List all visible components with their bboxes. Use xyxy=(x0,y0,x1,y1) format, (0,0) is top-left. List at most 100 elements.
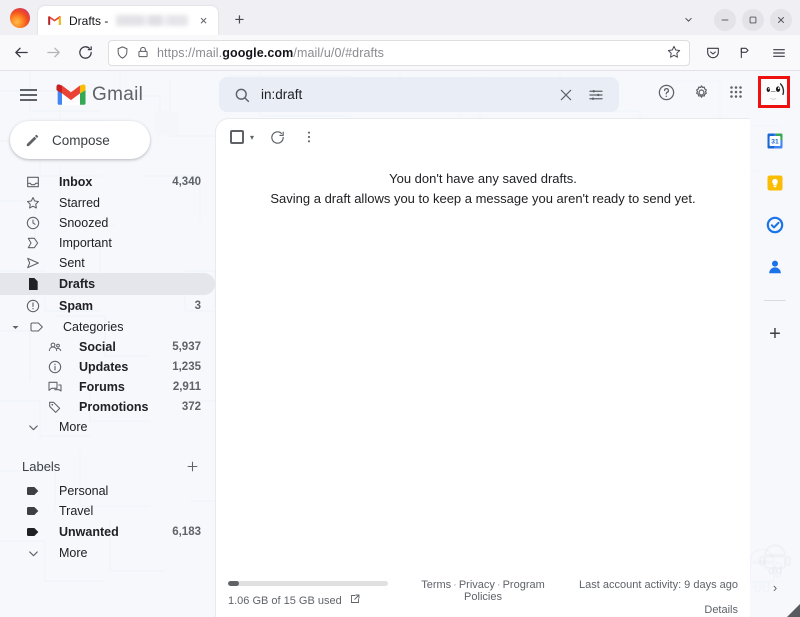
sidebar-label: Spam xyxy=(59,299,195,313)
google-keep-icon[interactable] xyxy=(764,172,786,194)
account-avatar-highlight-box xyxy=(758,76,790,108)
activity-details-link[interactable]: Details xyxy=(563,604,738,616)
sidebar-count: 2,911 xyxy=(173,381,201,393)
sidebar-item-updates[interactable]: Updates 1,235 xyxy=(0,357,215,377)
sidebar-nav-list: Inbox 4,340 Starred xyxy=(0,171,215,437)
mail-list-spacer xyxy=(216,209,750,571)
storage-progress-fill xyxy=(228,581,239,586)
labels-title: Labels xyxy=(22,459,183,474)
important-icon xyxy=(22,233,44,253)
url-path: /mail/u/0/#drafts xyxy=(293,46,384,60)
search-options-icon[interactable] xyxy=(581,80,611,110)
select-all-control[interactable]: ▾ xyxy=(230,129,260,145)
bookmark-star-icon[interactable] xyxy=(666,44,683,61)
browser-menu-icon[interactable] xyxy=(764,39,794,67)
sidebar-item-spam[interactable]: Spam 3 xyxy=(0,295,215,317)
google-calendar-icon[interactable]: 31 xyxy=(764,130,786,152)
window-controls xyxy=(714,9,792,31)
categories-expand-chevron-icon[interactable] xyxy=(8,317,22,337)
search-clear-icon[interactable] xyxy=(551,80,581,110)
privacy-link[interactable]: Privacy xyxy=(459,579,495,591)
sidebar-item-categories[interactable]: Categories xyxy=(0,317,215,337)
sidebar-item-travel[interactable]: Travel xyxy=(0,501,215,521)
sidebar-item-more-labels[interactable]: More xyxy=(0,543,215,563)
label-filled-icon xyxy=(22,481,44,501)
help-icon[interactable] xyxy=(649,75,683,109)
account-avatar[interactable] xyxy=(761,79,787,105)
sidebar-item-promotions[interactable]: Promotions 372 xyxy=(0,397,215,417)
sidebar-label: Personal xyxy=(59,484,201,498)
url-address-bar[interactable]: https://mail.google.com/mail/u/0/#drafts xyxy=(108,40,690,66)
mail-list-panel: ▾ You don't have any saved drafts. Savin… xyxy=(215,118,750,617)
tab-list-chevron-down-icon[interactable] xyxy=(674,6,702,33)
sidebar-item-more-nav[interactable]: More xyxy=(0,417,215,437)
sidebar-label: Promotions xyxy=(79,400,182,414)
new-tab-button[interactable]: + xyxy=(226,6,253,33)
back-button-icon[interactable] xyxy=(6,39,36,67)
chevron-down-icon xyxy=(22,417,44,437)
refresh-icon[interactable] xyxy=(262,122,292,152)
sidebar-item-unwanted[interactable]: Unwanted 6,183 xyxy=(0,521,215,543)
url-prefix: https://mail. xyxy=(157,46,222,60)
google-apps-grid-icon[interactable] xyxy=(719,75,753,109)
shield-icon[interactable] xyxy=(115,45,130,60)
side-panel-expand-chevron-icon[interactable]: › xyxy=(773,580,777,595)
sidebar-item-starred[interactable]: Starred xyxy=(0,193,215,213)
mail-toolbar: ▾ xyxy=(216,119,750,155)
lock-icon[interactable] xyxy=(136,45,151,60)
send-icon xyxy=(22,253,44,273)
sidebar-label: Travel xyxy=(59,504,201,518)
firefox-logo-icon xyxy=(10,8,30,28)
storage-usage-row: 1.06 GB of 15 GB used xyxy=(228,593,403,608)
add-app-plus-icon[interactable]: + xyxy=(764,323,786,345)
empty-state-subtitle: Saving a draft allows you to keep a mess… xyxy=(216,189,750,209)
gmail-header: Gmail in:draft xyxy=(0,71,800,118)
sidebar-item-forums[interactable]: Forums 2,911 xyxy=(0,377,215,397)
sidebar-item-inbox[interactable]: Inbox 4,340 xyxy=(0,171,215,193)
account-activity-section: Last account activity: 9 days ago Detail… xyxy=(563,577,738,616)
clock-icon xyxy=(22,213,44,233)
sidebar-count: 6,183 xyxy=(172,526,201,538)
storage-progress-bar xyxy=(228,581,388,586)
forum-icon xyxy=(44,377,66,397)
spam-icon xyxy=(22,296,44,316)
sidebar-count: 372 xyxy=(182,401,201,413)
more-options-vertical-icon[interactable] xyxy=(294,122,324,152)
google-contacts-icon[interactable] xyxy=(764,256,786,278)
external-link-icon[interactable] xyxy=(349,593,361,608)
google-tasks-icon[interactable] xyxy=(764,214,786,236)
tab-close-icon[interactable]: × xyxy=(195,12,212,29)
sidebar-label: Inbox xyxy=(59,175,172,189)
forward-button-icon[interactable] xyxy=(38,39,68,67)
compose-button[interactable]: Compose xyxy=(10,121,150,159)
footer-separator: · xyxy=(495,579,503,591)
browser-tab-drafts[interactable]: Drafts - × xyxy=(38,6,218,35)
select-all-caret-icon[interactable]: ▾ xyxy=(244,129,260,145)
gmail-body: Compose Inbox 4,340 xyxy=(0,118,800,617)
terms-link[interactable]: Terms xyxy=(421,579,451,591)
label-filled-icon xyxy=(22,522,44,542)
create-label-plus-icon[interactable] xyxy=(183,457,201,475)
settings-gear-icon[interactable] xyxy=(684,75,718,109)
window-minimize-button[interactable] xyxy=(714,9,736,31)
sidebar-item-social[interactable]: Social 5,937 xyxy=(0,337,215,357)
labels-section-header: Labels xyxy=(0,451,215,481)
reload-button-icon[interactable] xyxy=(70,39,100,67)
sidebar-item-important[interactable]: Important xyxy=(0,233,215,253)
main-menu-hamburger-icon[interactable] xyxy=(8,75,48,115)
sidebar-item-drafts[interactable]: Drafts xyxy=(0,273,215,295)
select-all-checkbox-icon[interactable] xyxy=(230,130,244,144)
sidebar-item-snoozed[interactable]: Snoozed xyxy=(0,213,215,233)
extensions-icon[interactable] xyxy=(731,39,761,67)
search-bar[interactable]: in:draft xyxy=(219,77,619,112)
sidebar-item-sent[interactable]: Sent xyxy=(0,253,215,273)
gmail-favicon xyxy=(47,13,62,28)
pocket-save-icon[interactable] xyxy=(698,39,728,67)
window-maximize-button[interactable] xyxy=(742,9,764,31)
gmail-m-icon xyxy=(56,83,86,106)
search-input[interactable]: in:draft xyxy=(257,87,551,102)
gmail-sidebar: Compose Inbox 4,340 xyxy=(0,118,215,617)
sidebar-item-personal[interactable]: Personal xyxy=(0,481,215,501)
window-close-button[interactable] xyxy=(770,9,792,31)
empty-state-title: You don't have any saved drafts. xyxy=(216,169,750,189)
